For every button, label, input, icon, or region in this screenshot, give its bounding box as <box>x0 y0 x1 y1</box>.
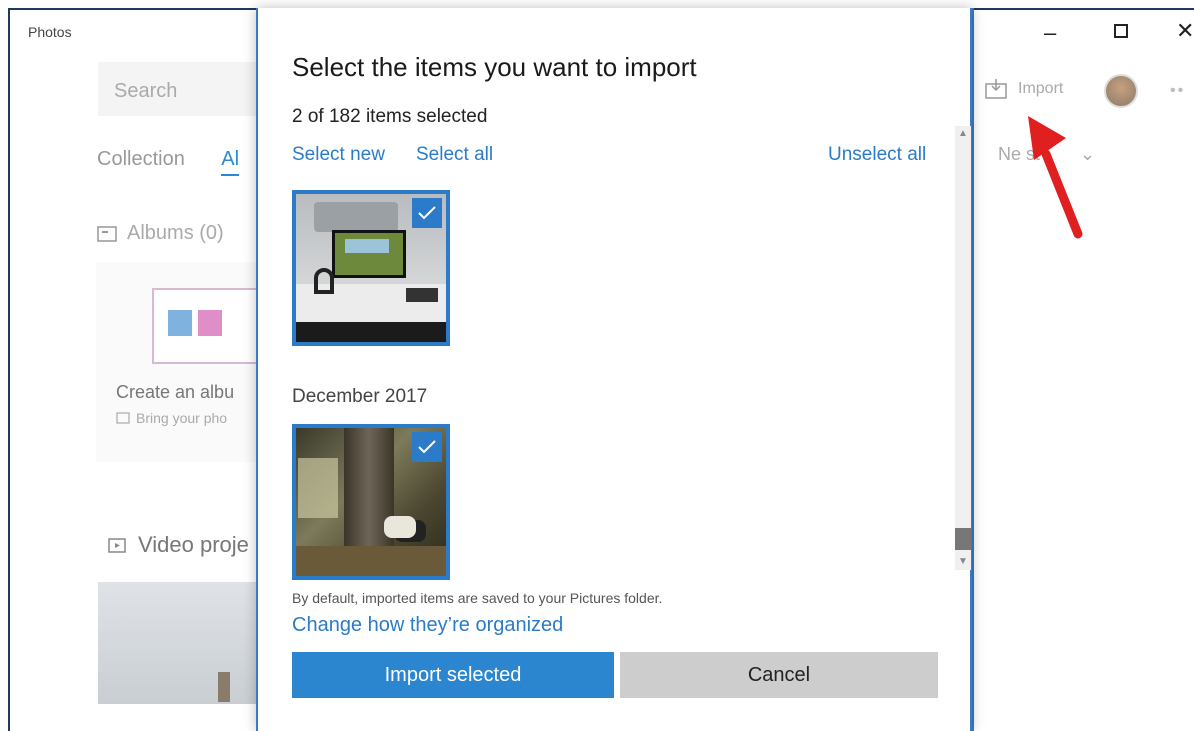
album-small-icon <box>116 412 130 424</box>
photo-floor <box>296 322 446 342</box>
photo-thumbnail-desk[interactable] <box>292 190 450 346</box>
scrollbar[interactable]: ▲ ▼ <box>955 126 971 570</box>
create-album-label: Create an albu <box>116 382 235 402</box>
photo-monitor <box>332 230 406 278</box>
photo-dog <box>384 516 416 538</box>
checkmark-icon[interactable] <box>412 432 442 462</box>
import-button[interactable]: Import <box>984 78 1063 100</box>
import-label: Import <box>1018 80 1064 97</box>
album-hint-text: Bring your pho <box>136 410 228 426</box>
photo-console <box>406 288 438 302</box>
photo-light <box>298 458 338 518</box>
scroll-down-icon[interactable]: ▼ <box>955 554 971 570</box>
minimize-icon[interactable]: – <box>1044 20 1056 46</box>
month-group-label: December 2017 <box>292 386 428 407</box>
photo-ground <box>296 546 446 576</box>
search-input[interactable]: Search <box>98 62 268 116</box>
window-divider <box>972 8 974 731</box>
more-options-icon[interactable]: •• <box>1170 82 1185 100</box>
person-photo-icon <box>198 310 222 336</box>
albums-label: Albums (0) <box>127 222 224 244</box>
cancel-button[interactable]: Cancel <box>620 652 938 698</box>
tab-collection[interactable]: Collection <box>97 148 185 170</box>
video-projects-label: Video proje <box>138 532 249 557</box>
tab-albums[interactable]: Al <box>221 148 240 176</box>
dialog-title: Select the items you want to import <box>292 52 697 82</box>
nav-tabs: Collection Al <box>97 148 271 176</box>
select-all-link[interactable]: Select all <box>416 144 493 166</box>
selection-count: 2 of 182 items selected <box>292 106 488 127</box>
photo-headphones <box>314 268 334 294</box>
albums-section-header: Albums (0) <box>97 222 224 245</box>
unselect-all-link[interactable]: Unselect all <box>828 144 926 166</box>
album-hint: Bring your pho <box>116 410 227 426</box>
avatar[interactable] <box>1104 74 1138 108</box>
video-project-icon <box>108 538 126 553</box>
close-icon[interactable]: ✕ <box>1176 18 1194 44</box>
create-album-card[interactable]: Create an albu Bring your pho <box>96 262 266 462</box>
photo-thumbnail-tree[interactable] <box>292 424 450 580</box>
red-arrow-annotation <box>1028 116 1083 239</box>
video-projects-header: Video proje <box>108 532 249 558</box>
change-organization-link[interactable]: Change how they’re organized <box>292 614 563 637</box>
import-icon <box>985 79 1007 99</box>
checkmark-icon[interactable] <box>412 198 442 228</box>
photo-icon <box>168 310 192 336</box>
select-new-link[interactable]: Select new <box>292 144 385 166</box>
scroll-up-icon[interactable]: ▲ <box>955 126 971 142</box>
photo-poster <box>314 202 398 232</box>
import-selected-button[interactable]: Import selected <box>292 652 614 698</box>
maximize-icon[interactable] <box>1114 24 1128 38</box>
scroll-thumb[interactable] <box>955 528 971 550</box>
default-location-note: By default, imported items are saved to … <box>292 590 663 606</box>
video-thumbnail[interactable] <box>98 582 268 704</box>
album-icon <box>97 225 117 242</box>
import-dialog: Select the items you want to import 2 of… <box>256 8 972 731</box>
app-title: Photos <box>28 24 72 40</box>
album-art-icon <box>152 288 262 364</box>
